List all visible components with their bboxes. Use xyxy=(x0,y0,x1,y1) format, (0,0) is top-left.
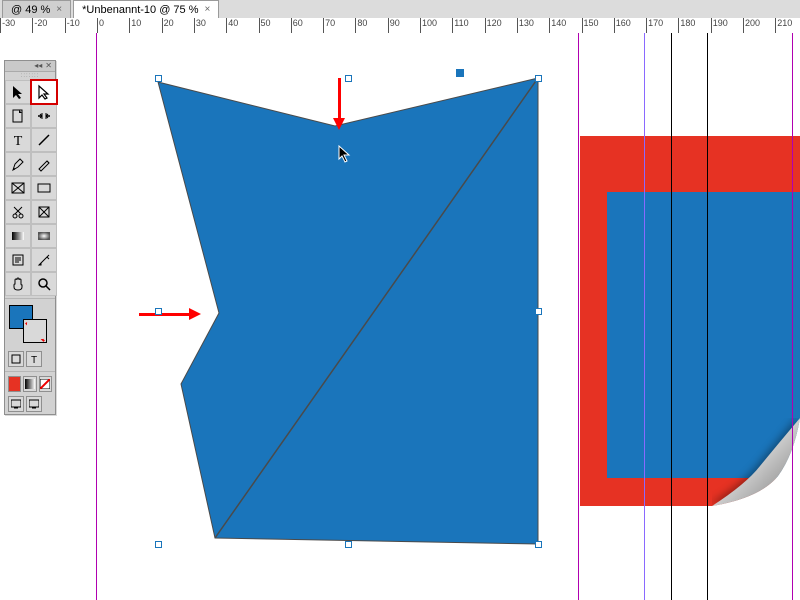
close-tab-icon[interactable]: × xyxy=(56,4,62,15)
annotation-arrow-down-icon xyxy=(333,78,345,130)
document-tab[interactable]: @ 49 % × xyxy=(2,0,71,18)
rectangle-frame-tool[interactable] xyxy=(5,176,31,200)
tools-panel[interactable]: ◂◂ ✕ ::::::: xyxy=(4,60,56,415)
hand-tool[interactable] xyxy=(5,272,31,296)
close-tab-icon[interactable]: × xyxy=(205,4,211,15)
gradient-swatch-tool[interactable] xyxy=(5,224,31,248)
document-tab-bar: @ 49 % × *Unbenannt-10 @ 75 % × xyxy=(0,0,800,19)
selection-tool[interactable] xyxy=(5,80,31,104)
horizontal-ruler: -30-20-100102030405060708090100110120130… xyxy=(0,18,800,34)
fill-stroke-swatch[interactable] xyxy=(5,301,55,349)
tool-grid xyxy=(5,80,55,296)
apply-color[interactable] xyxy=(8,376,21,392)
selection-center-icon xyxy=(345,308,350,313)
apply-color-row xyxy=(5,374,55,394)
document-canvas[interactable] xyxy=(15,33,800,600)
document-tab-label: *Unbenannt-10 @ 75 % xyxy=(82,4,198,16)
pencil-tool[interactable] xyxy=(31,152,57,176)
type-tool[interactable] xyxy=(5,128,31,152)
selection-handle[interactable] xyxy=(535,308,542,315)
close-icon[interactable]: ✕ xyxy=(45,62,52,70)
selection-handle[interactable] xyxy=(345,541,352,548)
rectangle-tool[interactable] xyxy=(31,176,57,200)
normal-mode[interactable] xyxy=(8,396,24,412)
apply-none[interactable] xyxy=(39,376,52,392)
eyedropper-tool[interactable] xyxy=(31,248,57,272)
guide-line[interactable] xyxy=(96,33,97,600)
collapse-icon[interactable]: ◂◂ xyxy=(34,62,42,70)
selection-handle[interactable] xyxy=(155,308,162,315)
gap-tool[interactable] xyxy=(31,104,57,128)
selection-indicator-icon xyxy=(456,69,464,77)
guide-line[interactable] xyxy=(792,33,793,600)
direct-selection-tool[interactable] xyxy=(31,80,57,104)
pen-tool[interactable] xyxy=(5,152,31,176)
tools-panel-titlebar[interactable]: ◂◂ ✕ xyxy=(5,61,55,72)
guide-line[interactable] xyxy=(671,33,672,600)
gradient-feather-tool[interactable] xyxy=(31,224,57,248)
zoom-tool[interactable] xyxy=(31,272,57,296)
selection-handle[interactable] xyxy=(535,541,542,548)
blue-polygon-shape[interactable] xyxy=(15,33,800,600)
formatting-text[interactable] xyxy=(26,351,42,367)
free-transform-tool[interactable] xyxy=(31,200,57,224)
line-tool[interactable] xyxy=(31,128,57,152)
guide-line[interactable] xyxy=(578,33,579,600)
formatting-affects-row xyxy=(5,349,55,369)
guide-line[interactable] xyxy=(644,33,645,600)
scissors-tool[interactable] xyxy=(5,200,31,224)
panel-grip-icon[interactable]: ::::::: xyxy=(5,72,55,80)
formatting-container[interactable] xyxy=(8,351,24,367)
document-tab-label: @ 49 % xyxy=(11,4,50,16)
preview-mode[interactable] xyxy=(26,396,42,412)
guide-line[interactable] xyxy=(707,33,708,600)
stroke-swatch[interactable] xyxy=(23,319,47,343)
note-tool[interactable] xyxy=(5,248,31,272)
annotation-arrow-right-icon xyxy=(139,308,201,320)
screen-mode-row xyxy=(5,394,55,414)
page-tool[interactable] xyxy=(5,104,31,128)
document-tab[interactable]: *Unbenannt-10 @ 75 % × xyxy=(73,0,219,18)
apply-gradient[interactable] xyxy=(23,376,36,392)
selection-handle[interactable] xyxy=(155,75,162,82)
selection-handle[interactable] xyxy=(535,75,542,82)
selection-handle[interactable] xyxy=(155,541,162,548)
selection-handle[interactable] xyxy=(345,75,352,82)
